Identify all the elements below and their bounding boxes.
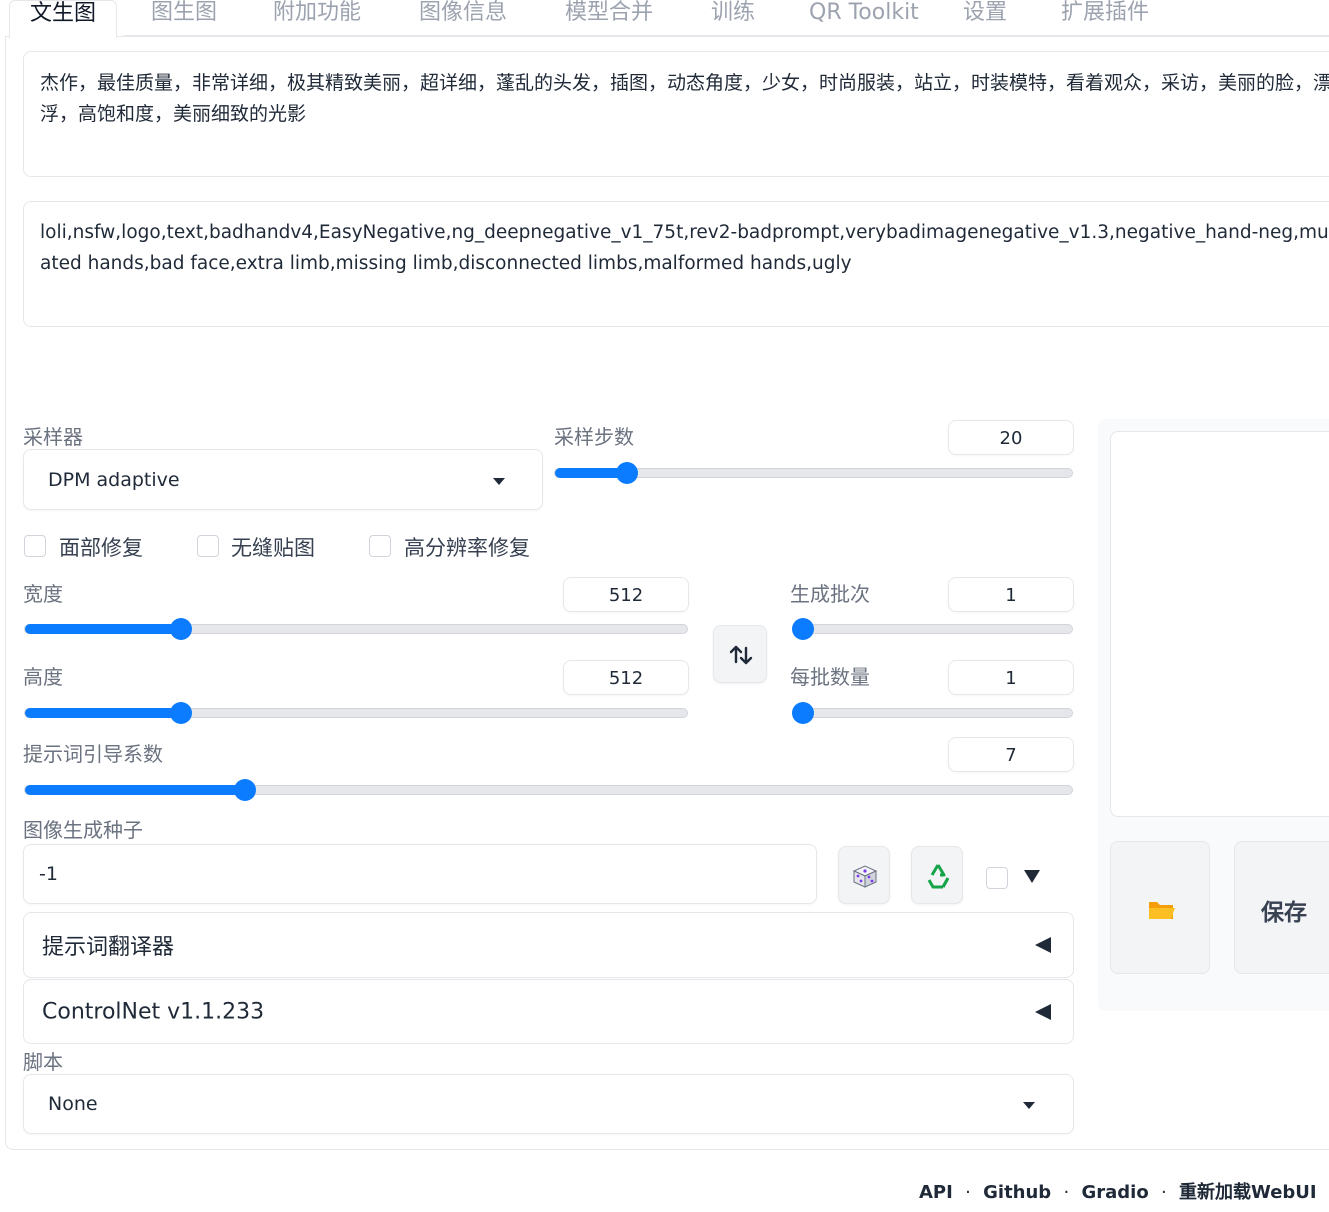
tab-txt2img[interactable]: 文生图	[9, 0, 118, 38]
api-link[interactable]: API	[919, 1182, 953, 1203]
tab-model-merge[interactable]: 模型合并	[565, 0, 653, 36]
seed-label: 图像生成种子	[23, 818, 143, 842]
negative-prompt-textarea[interactable]: loli,nsfw,logo,text,badhandv4,EasyNegati…	[23, 201, 1329, 327]
height-slider-thumb[interactable]	[169, 702, 192, 724]
steps-number-input[interactable]: 20	[948, 420, 1074, 455]
batch-count-slider[interactable]	[792, 618, 1073, 640]
tab-png-info[interactable]: 图像信息	[419, 0, 507, 36]
collapse-triangle-icon	[1035, 1004, 1051, 1020]
width-label: 宽度	[23, 582, 63, 606]
height-label: 高度	[23, 665, 63, 689]
tab-bar: 文生图 图生图 附加功能 图像信息 模型合并 训练 QR Toolkit 设置 …	[0, 0, 1329, 38]
reuse-seed-button[interactable]	[911, 846, 963, 904]
cfg-scale-slider-fill	[25, 785, 245, 795]
collapse-triangle-icon	[1035, 937, 1051, 953]
gradio-link[interactable]: Gradio	[1081, 1182, 1148, 1203]
width-slider-thumb[interactable]	[169, 618, 192, 640]
negative-prompt-text: loli,nsfw,logo,text,badhandv4,EasyNegati…	[40, 222, 1329, 274]
prompt-text: 杰作，最佳质量，非常详细，极其精致美丽，超详细，蓬乱的头发，插图，动态角度，少女…	[40, 72, 1329, 125]
extra-seed-checkbox[interactable]	[986, 867, 1008, 889]
footer-separator: ·	[1160, 1182, 1167, 1203]
batch-count-number-input[interactable]: 1	[948, 577, 1074, 612]
swap-dimensions-button[interactable]	[713, 625, 767, 683]
height-slider-fill	[25, 708, 181, 718]
chevron-down-icon	[1023, 1102, 1035, 1109]
batch-size-slider-thumb[interactable]	[792, 702, 814, 724]
sampler-label: 采样器	[23, 425, 83, 449]
face-restore-checkbox[interactable]	[24, 535, 46, 557]
output-gallery	[1110, 431, 1329, 817]
width-slider-fill	[25, 624, 181, 634]
save-button[interactable]: 保存	[1234, 841, 1329, 974]
face-restore-label: 面部修复	[59, 536, 143, 560]
tab-extras[interactable]: 附加功能	[273, 0, 361, 36]
cfg-scale-slider-thumb[interactable]	[233, 779, 256, 801]
open-folder-button[interactable]	[1110, 841, 1210, 974]
batch-count-label: 生成批次	[790, 582, 870, 606]
sampler-dropdown[interactable]: DPM adaptive	[23, 449, 543, 510]
tab-qr-toolkit[interactable]: QR Toolkit	[809, 0, 919, 36]
height-number-input[interactable]: 512	[563, 660, 689, 695]
sampler-value: DPM adaptive	[48, 468, 180, 491]
tiling-label: 无缝贴图	[231, 536, 315, 560]
cfg-scale-number-input[interactable]: 7	[948, 737, 1074, 772]
prompt-textarea[interactable]: 杰作，最佳质量，非常详细，极其精致美丽，超详细，蓬乱的头发，插图，动态角度，少女…	[23, 51, 1329, 177]
cfg-scale-label: 提示词引导系数	[23, 742, 163, 766]
reload-webui-link[interactable]: 重新加载WebUI	[1179, 1182, 1317, 1203]
batch-size-number-input[interactable]: 1	[948, 660, 1074, 695]
tab-settings[interactable]: 设置	[963, 0, 1007, 36]
controlnet-title: ControlNet v1.1.233	[42, 999, 265, 1024]
expand-triangle-icon[interactable]	[1024, 870, 1040, 883]
batch-size-label: 每批数量	[790, 665, 870, 689]
seed-value: -1	[39, 863, 58, 885]
steps-label: 采样步数	[554, 425, 634, 449]
cfg-scale-slider[interactable]	[24, 779, 1073, 801]
footer-separator: ·	[965, 1182, 971, 1203]
batch-count-slider-thumb[interactable]	[792, 618, 814, 640]
tab-img2img[interactable]: 图生图	[151, 0, 217, 36]
script-dropdown[interactable]: None	[23, 1074, 1074, 1134]
hires-fix-checkbox[interactable]	[369, 535, 391, 557]
script-label: 脚本	[23, 1050, 63, 1074]
swap-icon	[729, 645, 753, 665]
save-button-label: 保存	[1261, 900, 1307, 926]
width-number-input[interactable]: 512	[563, 577, 689, 612]
batch-size-slider[interactable]	[792, 702, 1073, 724]
seed-input[interactable]: -1	[23, 844, 817, 904]
script-value: None	[48, 1093, 98, 1115]
random-seed-button[interactable]	[838, 846, 890, 904]
prompt-translator-accordion[interactable]: 提示词翻译器	[23, 912, 1074, 978]
hires-fix-label: 高分辨率修复	[404, 536, 530, 560]
controlnet-accordion[interactable]: ControlNet v1.1.233	[23, 979, 1074, 1044]
dice-icon	[852, 865, 878, 888]
recycle-icon	[927, 864, 950, 889]
footer-separator: ·	[1063, 1182, 1070, 1203]
width-slider[interactable]	[24, 618, 688, 640]
tiling-checkbox[interactable]	[197, 535, 219, 557]
chevron-down-icon	[493, 478, 505, 485]
folder-icon	[1149, 902, 1175, 919]
tab-train[interactable]: 训练	[711, 0, 755, 36]
height-slider[interactable]	[24, 702, 688, 724]
github-link[interactable]: Github	[983, 1182, 1051, 1203]
steps-slider[interactable]	[554, 462, 1073, 484]
tab-extensions[interactable]: 扩展插件	[1061, 0, 1149, 36]
footer-links: API · Github · Gradio · 重新加载WebUI	[919, 1178, 1317, 1204]
prompt-translator-title: 提示词翻译器	[42, 935, 175, 960]
